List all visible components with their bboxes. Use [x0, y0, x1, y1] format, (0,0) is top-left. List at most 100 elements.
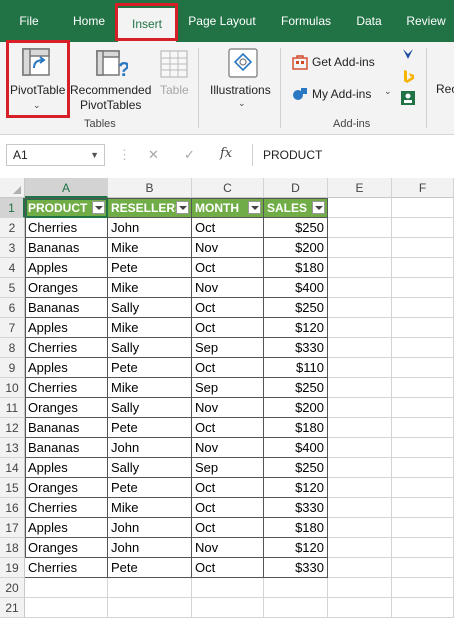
insert-function-icon[interactable]: fx — [220, 146, 232, 161]
row-header-6[interactable]: 6 — [0, 298, 25, 318]
table-cell[interactable]: Cherries — [25, 218, 108, 238]
column-header-c[interactable]: C — [192, 178, 264, 198]
table-cell[interactable]: Sep — [192, 458, 264, 478]
table-cell[interactable]: $180 — [264, 518, 328, 538]
empty-cell[interactable] — [264, 578, 328, 598]
table-cell[interactable]: Apples — [25, 518, 108, 538]
table-header-cell[interactable]: MONTH — [192, 198, 264, 218]
empty-cell[interactable] — [392, 598, 454, 618]
row-header-16[interactable]: 16 — [0, 498, 25, 518]
my-addins-button[interactable]: My Add-ins ⌄ — [290, 84, 396, 104]
table-cell[interactable]: $250 — [264, 218, 328, 238]
empty-cell[interactable] — [392, 458, 454, 478]
name-box[interactable]: A1 ▼ — [6, 144, 105, 166]
empty-cell[interactable] — [392, 498, 454, 518]
empty-cell[interactable] — [392, 438, 454, 458]
table-cell[interactable]: Pete — [108, 558, 192, 578]
empty-cell[interactable] — [392, 298, 454, 318]
tab-formulas[interactable]: Formulas — [270, 9, 342, 33]
table-header-cell[interactable]: RESELLERS — [108, 198, 192, 218]
empty-cell[interactable] — [192, 578, 264, 598]
table-cell[interactable]: Nov — [192, 238, 264, 258]
empty-cell[interactable] — [392, 198, 454, 218]
row-header-5[interactable]: 5 — [0, 278, 25, 298]
table-cell[interactable]: Pete — [108, 358, 192, 378]
row-header-19[interactable]: 19 — [0, 558, 25, 578]
table-cell[interactable]: $400 — [264, 438, 328, 458]
table-cell[interactable]: Mike — [108, 318, 192, 338]
empty-cell[interactable] — [328, 318, 392, 338]
table-cell[interactable]: Sally — [108, 298, 192, 318]
tab-data[interactable]: Data — [344, 9, 394, 33]
table-header-cell[interactable]: SALES — [264, 198, 328, 218]
table-cell[interactable]: $120 — [264, 478, 328, 498]
table-cell[interactable]: John — [108, 218, 192, 238]
table-cell[interactable]: Oranges — [25, 538, 108, 558]
table-cell[interactable]: Pete — [108, 418, 192, 438]
row-header-9[interactable]: 9 — [0, 358, 25, 378]
table-cell[interactable]: $250 — [264, 458, 328, 478]
table-cell[interactable]: Apples — [25, 318, 108, 338]
row-header-8[interactable]: 8 — [0, 338, 25, 358]
empty-cell[interactable] — [328, 278, 392, 298]
table-cell[interactable]: Oct — [192, 298, 264, 318]
table-cell[interactable]: $180 — [264, 418, 328, 438]
empty-cell[interactable] — [392, 578, 454, 598]
table-cell[interactable]: Pete — [108, 478, 192, 498]
empty-cell[interactable] — [392, 318, 454, 338]
empty-cell[interactable] — [328, 198, 392, 218]
table-cell[interactable]: Nov — [192, 438, 264, 458]
visio-icon[interactable] — [400, 46, 416, 62]
table-cell[interactable]: Cherries — [25, 378, 108, 398]
table-cell[interactable]: Oct — [192, 218, 264, 238]
row-header-17[interactable]: 17 — [0, 518, 25, 538]
empty-cell[interactable] — [328, 498, 392, 518]
empty-cell[interactable] — [392, 538, 454, 558]
bing-icon[interactable] — [400, 68, 416, 84]
recommended-charts-cut-label[interactable]: Rec — [436, 82, 454, 96]
cancel-icon[interactable]: ✕ — [148, 147, 159, 163]
enter-icon[interactable]: ✓ — [184, 147, 195, 163]
empty-cell[interactable] — [328, 518, 392, 538]
empty-cell[interactable] — [392, 418, 454, 438]
filter-dropdown-icon[interactable] — [248, 201, 261, 214]
table-cell[interactable]: $400 — [264, 278, 328, 298]
column-header-d[interactable]: D — [264, 178, 328, 198]
row-header-1[interactable]: 1 — [0, 198, 25, 218]
tab-home[interactable]: Home — [58, 9, 120, 33]
table-cell[interactable]: $180 — [264, 258, 328, 278]
empty-cell[interactable] — [108, 578, 192, 598]
empty-cell[interactable] — [328, 358, 392, 378]
empty-cell[interactable] — [392, 358, 454, 378]
table-cell[interactable]: John — [108, 438, 192, 458]
table-cell[interactable]: Oct — [192, 318, 264, 338]
table-cell[interactable]: $120 — [264, 538, 328, 558]
table-cell[interactable]: Oranges — [25, 278, 108, 298]
formula-input[interactable]: PRODUCT — [252, 144, 454, 166]
table-header-cell[interactable]: PRODUCT — [25, 198, 108, 218]
column-header-e[interactable]: E — [328, 178, 392, 198]
tab-review[interactable]: Review — [398, 9, 454, 33]
table-cell[interactable]: Oct — [192, 418, 264, 438]
table-cell[interactable]: Oct — [192, 518, 264, 538]
empty-cell[interactable] — [264, 598, 328, 618]
table-cell[interactable]: Nov — [192, 538, 264, 558]
people-graph-icon[interactable] — [400, 90, 416, 106]
table-cell[interactable]: Bananas — [25, 418, 108, 438]
empty-cell[interactable] — [25, 598, 108, 618]
row-header-18[interactable]: 18 — [0, 538, 25, 558]
table-cell[interactable]: Sep — [192, 338, 264, 358]
empty-cell[interactable] — [328, 418, 392, 438]
empty-cell[interactable] — [392, 398, 454, 418]
row-header-12[interactable]: 12 — [0, 418, 25, 438]
empty-cell[interactable] — [108, 598, 192, 618]
table-cell[interactable]: Oct — [192, 558, 264, 578]
empty-cell[interactable] — [328, 218, 392, 238]
empty-cell[interactable] — [328, 238, 392, 258]
table-cell[interactable]: Bananas — [25, 298, 108, 318]
row-header-3[interactable]: 3 — [0, 238, 25, 258]
table-cell[interactable]: Apples — [25, 258, 108, 278]
table-cell[interactable]: Sally — [108, 398, 192, 418]
column-header-b[interactable]: B — [108, 178, 192, 198]
table-cell[interactable]: Mike — [108, 378, 192, 398]
